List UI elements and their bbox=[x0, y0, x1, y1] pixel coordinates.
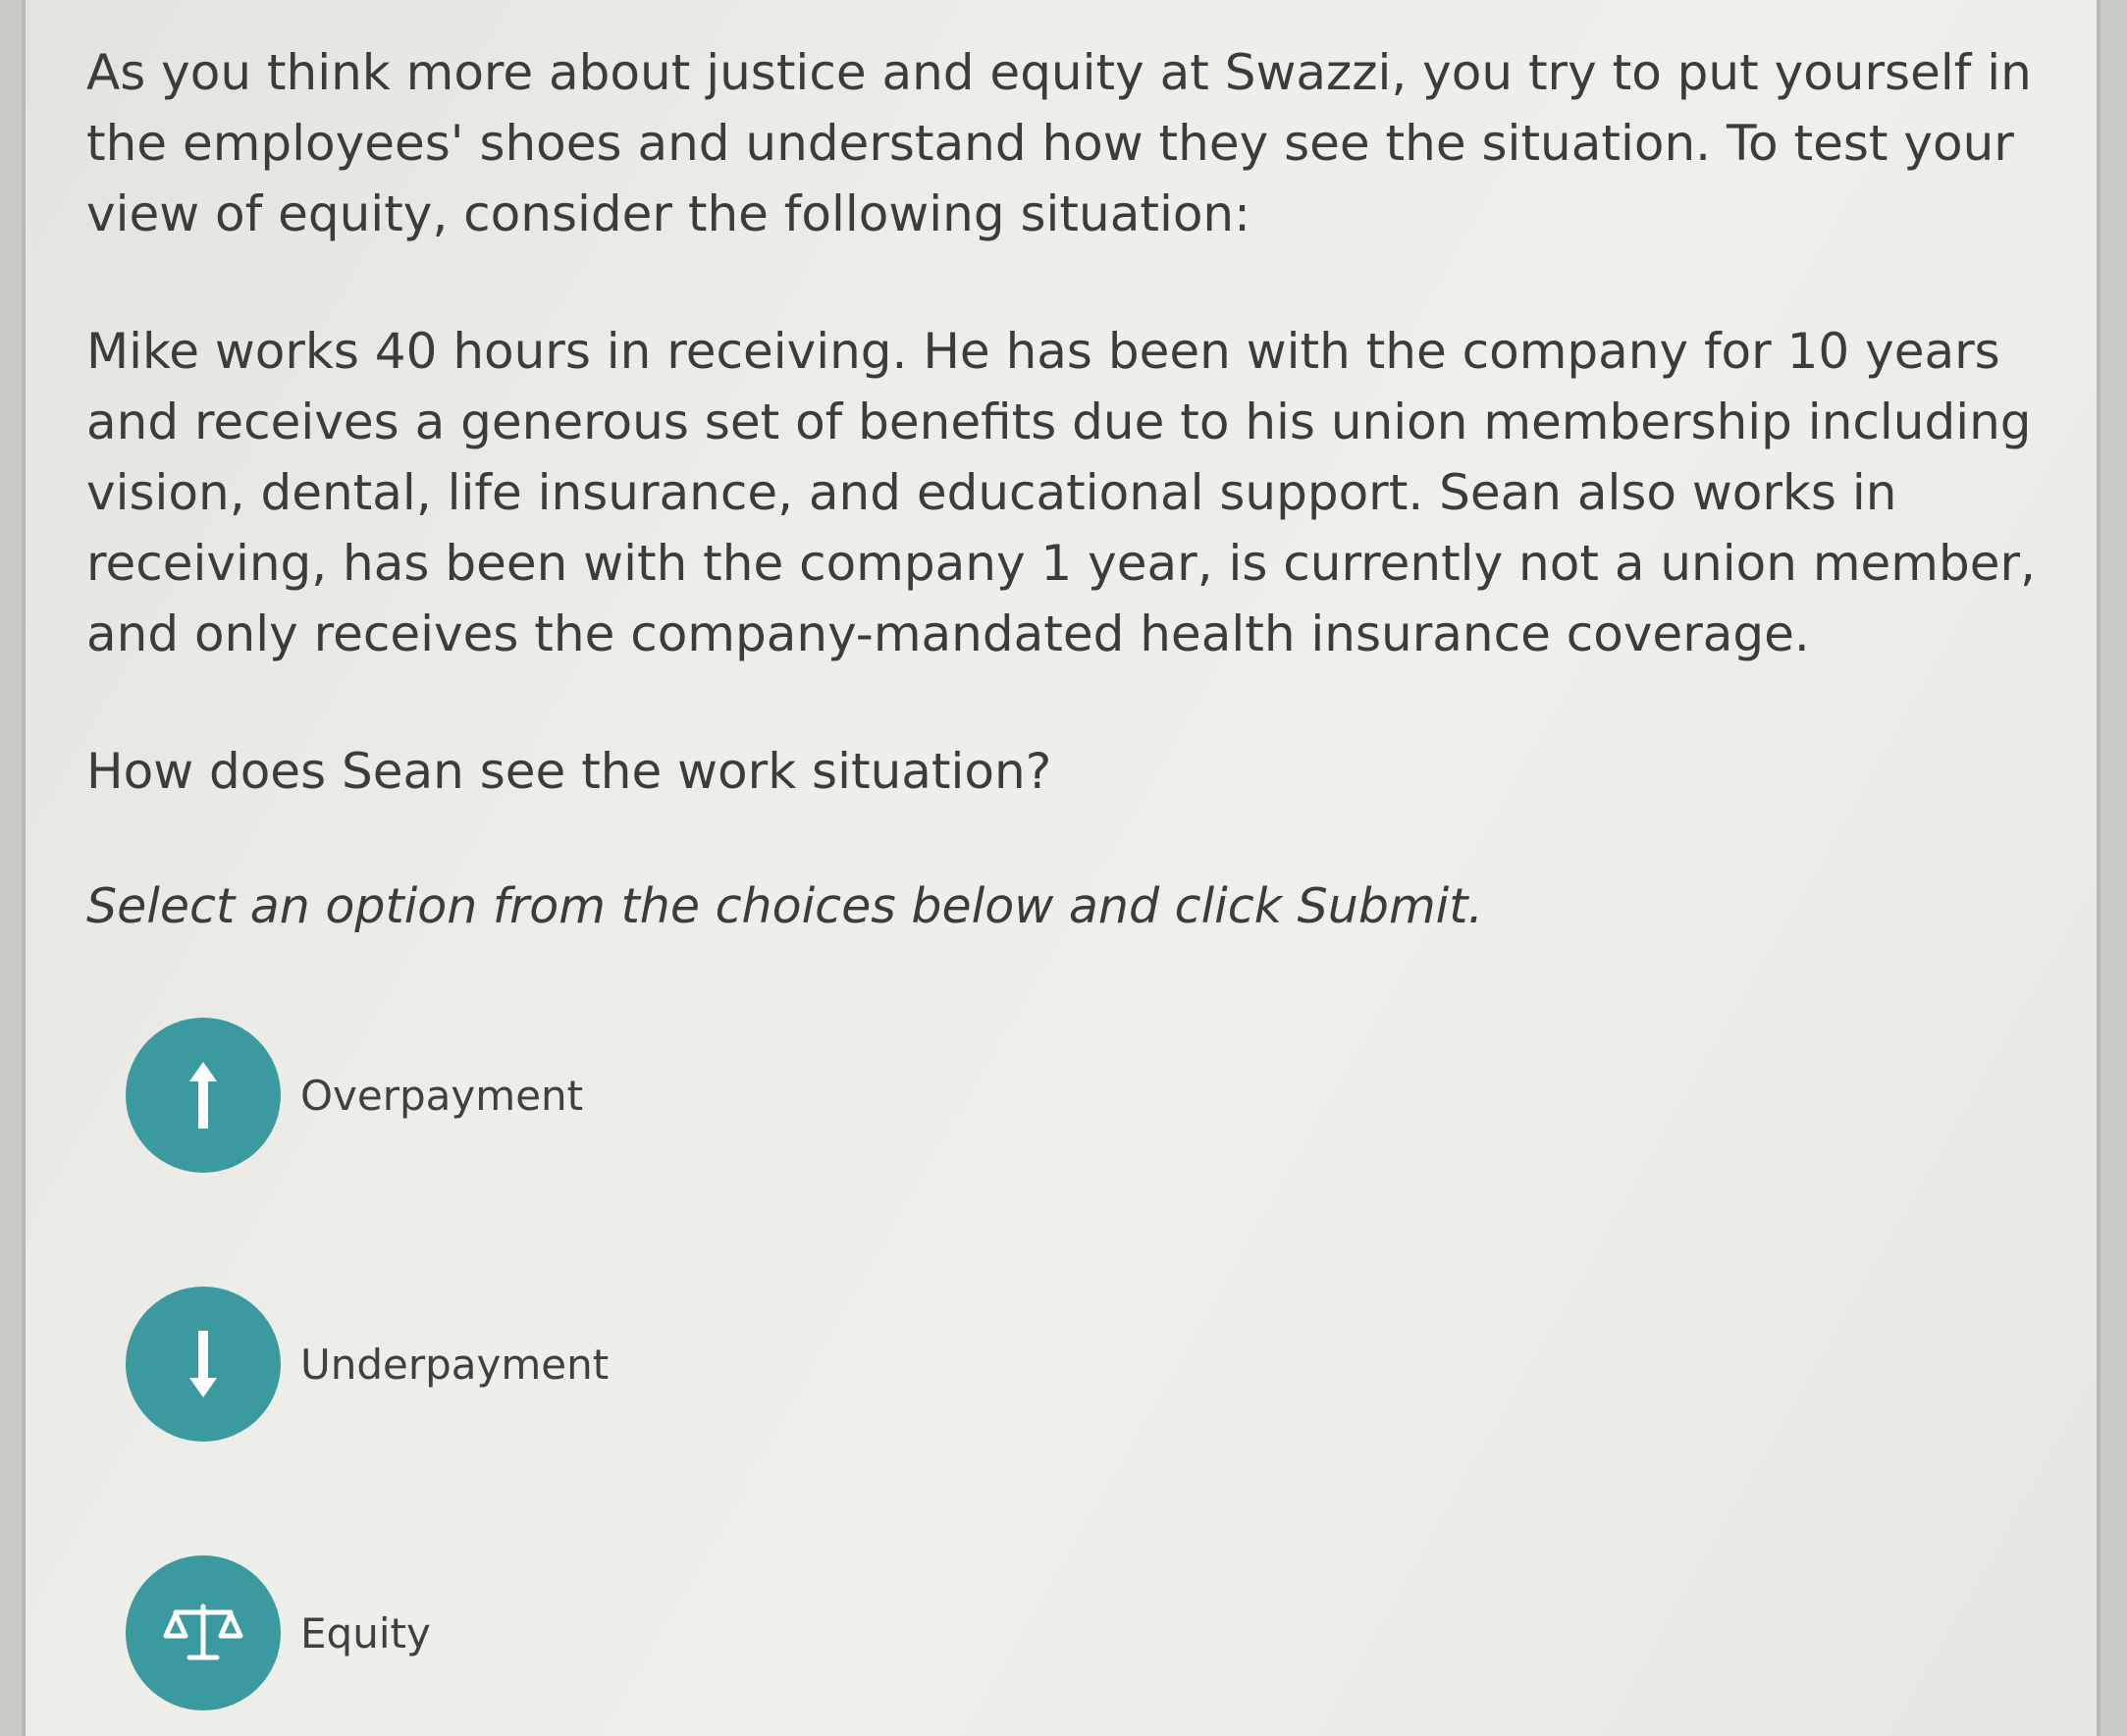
question-prompt: How does Sean see the work situation? bbox=[86, 743, 1052, 800]
arrow-up-icon[interactable] bbox=[126, 1018, 281, 1173]
question-content: As you think more about justice and equi… bbox=[86, 37, 2069, 942]
option-label[interactable]: Underpayment bbox=[300, 1341, 609, 1389]
answer-options: Overpayment Underpayment Equity bbox=[126, 1017, 1009, 1711]
instruction-text: Select an option from the choices below … bbox=[86, 878, 1484, 934]
intro-text: As you think more about justice and equi… bbox=[86, 44, 2032, 242]
scenario-text: Mike works 40 hours in receiving. He has… bbox=[86, 323, 2036, 662]
arrow-down-icon[interactable] bbox=[126, 1287, 281, 1442]
option-equity[interactable]: Equity bbox=[126, 1554, 1009, 1711]
option-label[interactable]: Equity bbox=[300, 1609, 431, 1657]
balance-scale-icon[interactable] bbox=[126, 1555, 281, 1710]
option-overpayment[interactable]: Overpayment bbox=[126, 1017, 1009, 1174]
screen: As you think more about justice and equi… bbox=[22, 0, 2100, 1736]
option-label[interactable]: Overpayment bbox=[300, 1072, 583, 1120]
option-underpayment[interactable]: Underpayment bbox=[126, 1286, 1009, 1443]
